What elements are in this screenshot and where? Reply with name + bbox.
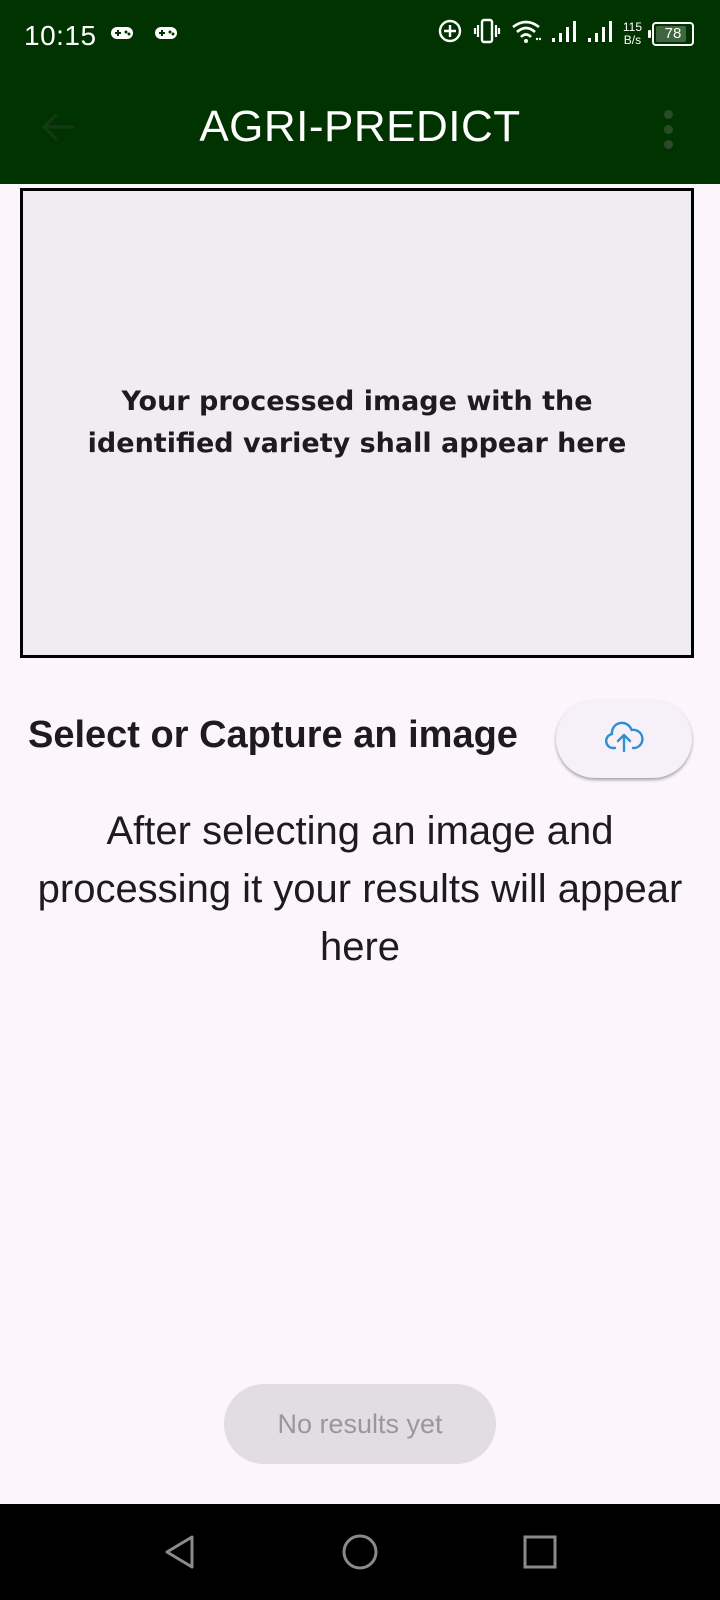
vibrate-icon: [473, 18, 501, 49]
system-nav-bar: [0, 1504, 720, 1600]
gamepad-icon: [110, 24, 134, 47]
data-saver-icon: [437, 18, 463, 49]
nav-recents-icon[interactable]: [522, 1534, 558, 1575]
signal-icon: [551, 19, 577, 48]
nav-home-icon[interactable]: [342, 1534, 378, 1575]
upload-image-button[interactable]: [556, 700, 692, 778]
status-time: 10:15: [24, 20, 97, 51]
battery-level: 78: [664, 24, 682, 42]
app-bar: AGRI-PREDICT: [0, 74, 720, 184]
select-image-label: Select or Capture an image: [28, 714, 518, 756]
nav-back-icon[interactable]: [162, 1534, 198, 1575]
net-speed-unit: B/s: [623, 32, 642, 47]
more-vert-icon[interactable]: [656, 107, 680, 151]
wifi-icon: [511, 19, 542, 48]
net-speed: 115 B/s: [622, 19, 642, 47]
image-preview-area: Your processed image with the identified…: [20, 188, 694, 658]
results-message: After selecting an image and processing …: [37, 809, 683, 969]
status-left-icons: [110, 24, 178, 47]
battery-icon: 78: [648, 21, 694, 46]
status-bar: 10:15 115 B/s 78: [0, 0, 720, 74]
signal-icon: [587, 19, 613, 48]
no-results-button[interactable]: No results yet: [224, 1384, 496, 1464]
preview-placeholder-text: Your processed image with the identified…: [87, 386, 627, 459]
status-right-icons: 115 B/s 78: [437, 18, 694, 49]
net-speed-value: 115: [622, 19, 642, 34]
gamepad-icon: [154, 24, 178, 47]
app-title: AGRI-PREDICT: [199, 102, 521, 151]
cloud-upload-icon: [604, 721, 644, 758]
